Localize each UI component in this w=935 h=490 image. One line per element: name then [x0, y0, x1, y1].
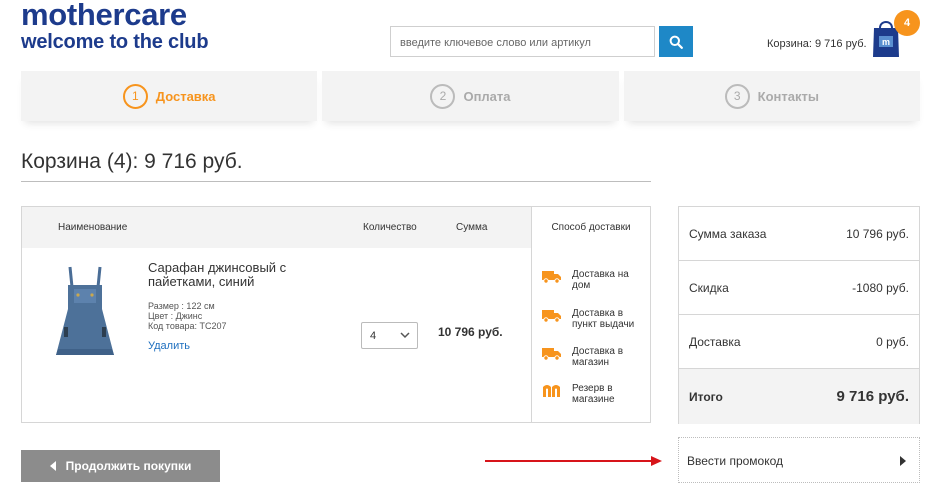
order-summary: Сумма заказа 10 796 руб. Скидка -1080 ру… — [678, 206, 920, 424]
product-name[interactable]: Сарафан джинсовый с пайетками, синий — [148, 261, 308, 289]
arrow-left-icon — [49, 461, 56, 471]
total-value: 9 716 руб. — [836, 388, 909, 405]
cart-total-label[interactable]: Корзина: 9 716 руб. — [767, 38, 867, 50]
title-divider — [21, 181, 651, 182]
line-sum: 10 796 руб. — [438, 325, 503, 339]
total-label: Итого — [689, 389, 723, 404]
product-color: Цвет : Джинс — [148, 311, 203, 321]
summary-label: Скидка — [689, 280, 729, 295]
play-arrow-icon — [900, 456, 906, 466]
summary-row-delivery: Доставка 0 руб. — [679, 315, 919, 369]
cart-count-badge: 4 — [894, 10, 920, 36]
header-name: Наименование — [58, 222, 128, 233]
mothercare-logo[interactable]: mothercare welcome to the club — [21, 0, 209, 53]
promo-code-button[interactable]: Ввести промокод — [678, 437, 920, 483]
step-label: Оплата — [463, 88, 511, 104]
page-title: Корзина (4): 9 716 руб. — [21, 150, 243, 173]
remove-link[interactable]: Удалить — [148, 340, 190, 352]
cart-table: Наименование Количество Сумма Сарафан дж… — [21, 206, 651, 423]
delivery-option-label: Резерв в магазине — [572, 383, 615, 405]
summary-label: Доставка — [689, 334, 741, 349]
continue-label: Продолжить покупки — [65, 459, 192, 473]
delivery-option-reserve[interactable]: Резерв в магазине — [542, 383, 644, 405]
delivery-option-label: Доставка в пункт выдачи — [572, 308, 635, 330]
product-image[interactable] — [54, 265, 116, 360]
summary-row-discount: Скидка -1080 руб. — [679, 261, 919, 315]
summary-row-total: Итого 9 716 руб. — [679, 369, 919, 424]
chevron-down-icon — [400, 332, 410, 339]
header-sum: Сумма — [456, 222, 488, 233]
header-qty: Количество — [363, 222, 417, 233]
step-contacts[interactable]: 3 Контакты — [623, 71, 920, 121]
summary-value: -1080 руб. — [852, 280, 909, 295]
step-label: Контакты — [757, 88, 819, 104]
step-number: 2 — [430, 83, 456, 109]
quantity-value: 4 — [370, 330, 377, 342]
summary-label: Сумма заказа — [689, 226, 767, 241]
logo-line1: mothercare — [21, 0, 187, 32]
summary-value: 10 796 руб. — [846, 226, 909, 241]
mothercare-store-icon — [543, 385, 560, 397]
delivery-option-label: Доставка на дом — [572, 269, 629, 291]
search-button[interactable] — [659, 26, 693, 57]
truck-icon — [542, 271, 561, 284]
delivery-option-pickup-point[interactable]: Доставка в пункт выдачи — [542, 308, 644, 330]
summary-value: 0 руб. — [876, 334, 909, 349]
logo-line2: welcome to the club — [21, 31, 209, 53]
product-code: Код товара: ТС207 — [148, 321, 227, 331]
step-label: Доставка — [155, 88, 216, 104]
quantity-select[interactable]: 4 — [361, 322, 418, 349]
svg-text:m: m — [882, 37, 890, 47]
search-icon — [669, 35, 683, 49]
delivery-option-store[interactable]: Доставка в магазин — [542, 346, 644, 368]
delivery-methods: Способ доставки Доставка на дом Доставка… — [531, 207, 650, 422]
summary-row-order-sum: Сумма заказа 10 796 руб. — [679, 207, 919, 261]
step-number: 3 — [724, 83, 750, 109]
search-input[interactable]: введите ключевое слово или артикул — [390, 26, 655, 57]
table-header: Наименование Количество Сумма — [22, 207, 531, 248]
truck-icon — [542, 310, 561, 323]
step-number: 1 — [122, 83, 148, 109]
delivery-option-home[interactable]: Доставка на дом — [542, 269, 644, 291]
checkout-steps: 1 Доставка 2 Оплата 3 Контакты — [21, 71, 920, 121]
step-delivery[interactable]: 1 Доставка — [21, 71, 318, 121]
truck-icon — [542, 348, 561, 361]
promo-label: Ввести промокод — [687, 454, 784, 468]
product-size: Размер : 122 см — [148, 301, 215, 311]
red-arrow-icon — [485, 456, 662, 466]
continue-shopping-button[interactable]: Продолжить покупки — [21, 450, 220, 482]
step-payment[interactable]: 2 Оплата — [322, 71, 619, 121]
header-delivery: Способ доставки — [551, 222, 631, 233]
delivery-option-label: Доставка в магазин — [572, 346, 624, 368]
